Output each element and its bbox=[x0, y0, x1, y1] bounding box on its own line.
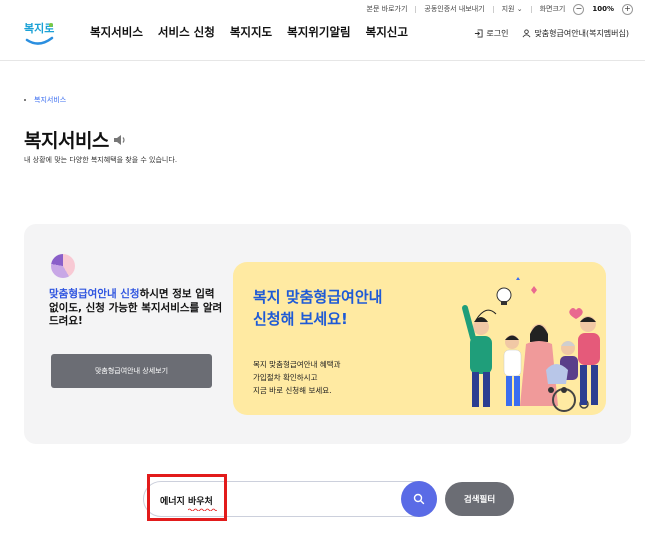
promo-sub-line3: 지금 바로 신청해 보세요. bbox=[253, 386, 332, 395]
membership-detail-button[interactable]: 맞춤형급여안내 상세보기 bbox=[51, 354, 212, 388]
speaker-icon[interactable] bbox=[113, 134, 127, 146]
language-select[interactable]: 지원 ⌄ bbox=[502, 4, 523, 14]
home-dot-icon bbox=[24, 99, 26, 101]
bokjiro-logo[interactable]: 복지로 bbox=[22, 18, 56, 48]
nav-item-welfare-map[interactable]: 복지지도 bbox=[230, 24, 272, 40]
search-button[interactable] bbox=[401, 481, 437, 517]
zoom-label: 화면크기 bbox=[539, 5, 566, 13]
banner-headline: 맞춤형급여안내 신청하시면 정보 입력 없이도, 신청 가능한 복지서비스를 알… bbox=[49, 288, 224, 329]
page-description: 내 상황에 맞는 다양한 복지혜택을 찾을 수 있습니다. bbox=[24, 156, 178, 164]
breadcrumb: 복지서비스 bbox=[24, 95, 66, 105]
annotation-highlight-box bbox=[147, 474, 227, 521]
search-icon bbox=[413, 493, 425, 505]
logo-text: 복지로 bbox=[24, 21, 54, 35]
promo-title-line1: 복지 맞춤형급여안내 bbox=[253, 288, 383, 306]
certificate-export-link[interactable]: 공동인증서 내보내기 bbox=[424, 4, 484, 14]
zoom-out-button[interactable]: − bbox=[573, 3, 585, 15]
pie-chart-icon bbox=[51, 254, 75, 278]
header-divider bbox=[0, 60, 645, 61]
sparkle-icon bbox=[516, 277, 520, 280]
promo-sub-line2: 가입절차 확인하시고 bbox=[253, 373, 318, 382]
language-label: 지원 bbox=[501, 5, 515, 13]
user-icon bbox=[522, 29, 531, 38]
utility-bar: 본문 바로가기 공동인증서 내보내기 지원 ⌄ 화면크기 − 100% + bbox=[367, 3, 633, 15]
nav-item-crisis-alert[interactable]: 복지위기알림 bbox=[287, 24, 350, 40]
membership-banner: 맞춤형급여안내 신청하시면 정보 입력 없이도, 신청 가능한 복지서비스를 알… bbox=[24, 224, 631, 444]
nav-item-service-apply[interactable]: 서비스 신청 bbox=[158, 24, 215, 40]
heart-icon bbox=[569, 308, 583, 319]
nav-item-welfare-report[interactable]: 복지신고 bbox=[366, 24, 408, 40]
page-title-row: 복지서비스 bbox=[24, 126, 127, 153]
promo-card-title: 복지 맞춤형급여안내 신청해 보세요! bbox=[253, 286, 382, 330]
search-filter-button[interactable]: 검색필터 bbox=[445, 482, 514, 516]
family-illustration bbox=[462, 277, 600, 412]
skip-to-content-link[interactable]: 본문 바로가기 bbox=[367, 4, 408, 14]
membership-link[interactable]: 맞춤형급여안내(복지멤버십) bbox=[522, 28, 629, 39]
promo-sub-line1: 복지 맞춤형급여안내 혜택과 bbox=[253, 360, 341, 369]
zoom-in-button[interactable]: + bbox=[622, 3, 633, 15]
divider bbox=[492, 5, 494, 13]
membership-promo-card[interactable]: 복지 맞춤형급여안내 신청해 보세요! 복지 맞춤형급여안내 혜택과 가입절차 … bbox=[233, 262, 606, 415]
lightbulb-icon bbox=[496, 287, 512, 305]
divider bbox=[415, 5, 417, 13]
breadcrumb-current[interactable]: 복지서비스 bbox=[34, 95, 66, 105]
chevron-down-icon: ⌄ bbox=[516, 5, 523, 13]
login-icon bbox=[475, 29, 483, 38]
nav-item-welfare-service[interactable]: 복지서비스 bbox=[90, 24, 143, 40]
login-label: 로그인 bbox=[486, 29, 509, 38]
headline-highlight: 맞춤형급여안내 신청 bbox=[49, 288, 140, 300]
main-nav: 복지서비스 서비스 신청 복지지도 복지위기알림 복지신고 bbox=[90, 24, 408, 40]
membership-label: 맞춤형급여안내(복지멤버십) bbox=[534, 29, 629, 38]
header-utility: 로그인 맞춤형급여안내(복지멤버십) bbox=[474, 28, 629, 39]
heart-icon bbox=[531, 286, 537, 294]
login-link[interactable]: 로그인 bbox=[474, 28, 508, 39]
zoom-value: 100% bbox=[592, 5, 614, 13]
promo-card-subtitle: 복지 맞춤형급여안내 혜택과 가입절차 확인하시고 지금 바로 신청해 보세요. bbox=[253, 358, 341, 397]
promo-title-line2: 신청해 보세요! bbox=[253, 310, 348, 328]
page-title: 복지서비스 bbox=[24, 130, 109, 152]
divider bbox=[530, 5, 532, 13]
